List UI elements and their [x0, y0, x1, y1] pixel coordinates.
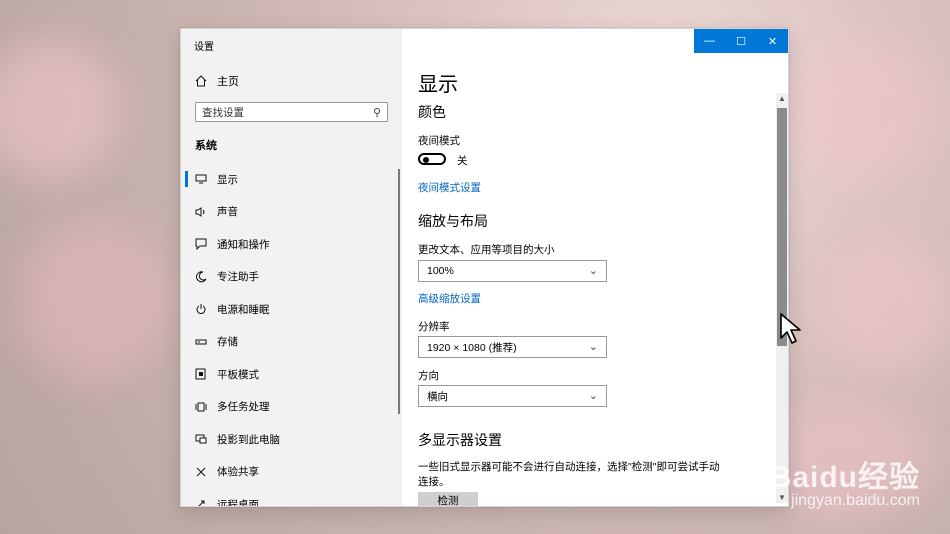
monitor-icon: [195, 173, 207, 185]
sidebar-item-tablet[interactable]: 平板模式: [181, 358, 402, 391]
detect-button[interactable]: 检测: [418, 492, 478, 506]
sidebar-item-label: 体验共享: [217, 466, 259, 479]
resolution-label: 分辨率: [418, 321, 450, 333]
home-label: 主页: [217, 76, 239, 88]
baidu-watermark: Baidu经验 jingyan.baidu.com: [770, 452, 920, 510]
multitask-icon: [195, 401, 207, 413]
sidebar-item-label: 通知和操作: [217, 238, 270, 251]
color-heading: 颜色: [418, 104, 446, 120]
sidebar-item-project[interactable]: 投影到此电脑: [181, 423, 402, 456]
storage-icon: [195, 336, 207, 348]
sidebar-item-sound[interactable]: 声音: [181, 196, 402, 229]
scale-value: 100%: [427, 265, 454, 277]
orientation-value: 横向: [427, 390, 448, 403]
project-icon: [195, 433, 207, 445]
mouse-pointer-icon: [779, 312, 805, 351]
toggle-knob: [423, 157, 429, 163]
titlebar-controls: — ☐ ✕: [694, 29, 788, 53]
speaker-icon: [195, 206, 207, 218]
advanced-scale-link[interactable]: 高级缩放设置: [418, 291, 481, 306]
maximize-icon: ☐: [736, 35, 746, 48]
sidebar-item-multitasking[interactable]: 多任务处理: [181, 391, 402, 424]
moon-icon: [195, 271, 207, 283]
message-icon: [195, 238, 207, 251]
close-icon: ✕: [767, 35, 778, 48]
power-icon: [195, 303, 207, 315]
night-mode-state: 关: [457, 155, 468, 167]
sidebar-item-storage[interactable]: 存储: [181, 326, 402, 359]
watermark-url: jingyan.baidu.com: [791, 492, 920, 509]
main-panel: — ☐ ✕ 显示 颜色 夜间模式 关 夜间模式设置 缩放与布局 更改文本、应用等…: [402, 29, 788, 506]
night-mode-label: 夜间模式: [418, 135, 460, 147]
sidebar-item-label: 远程桌面: [217, 498, 259, 507]
scroll-up-icon[interactable]: ▲: [778, 94, 786, 103]
sidebar-item-label: 平板模式: [217, 368, 259, 381]
sidebar-item-focus-assist[interactable]: 专注助手: [181, 261, 402, 294]
scale-label: 更改文本、应用等项目的大小: [418, 244, 555, 256]
remote-icon: [195, 498, 207, 506]
home-icon: [195, 75, 207, 87]
sidebar-item-label: 专注助手: [217, 271, 259, 284]
sidebar: 设置 主页 查找设置 ⚲ 系统 显示 声音 通知和操作 专注助手 电源和睡眠 存…: [181, 29, 402, 506]
chevron-down-icon: ⌄: [588, 340, 598, 353]
main-scrollbar[interactable]: ▲ ▼: [776, 93, 788, 503]
search-icon[interactable]: ⚲: [373, 106, 381, 119]
resolution-value: 1920 × 1080 (推荐): [427, 341, 517, 354]
night-mode-toggle[interactable]: [418, 153, 446, 165]
chevron-down-icon: ⌄: [588, 264, 598, 277]
sidebar-item-remote-desktop[interactable]: 远程桌面: [181, 488, 402, 507]
sidebar-item-label: 投影到此电脑: [217, 433, 280, 446]
close-button[interactable]: ✕: [757, 29, 788, 53]
window-title: 设置: [194, 42, 214, 53]
share-icon: [195, 466, 207, 478]
multi-display-description: 一些旧式显示器可能不会进行自动连接，选择"检测"即可尝试手动连接。: [418, 461, 720, 488]
sidebar-scrollbar[interactable]: [398, 169, 400, 414]
sidebar-item-label: 声音: [217, 206, 238, 219]
minimize-button[interactable]: —: [694, 29, 725, 53]
sidebar-item-label: 电源和睡眠: [217, 303, 270, 316]
sidebar-item-power[interactable]: 电源和睡眠: [181, 293, 402, 326]
orientation-label: 方向: [418, 370, 439, 382]
page-title: 显示: [418, 74, 458, 96]
search-placeholder[interactable]: 查找设置: [202, 105, 244, 120]
orientation-dropdown[interactable]: 横向 ⌄: [418, 385, 607, 407]
chevron-down-icon: ⌄: [588, 389, 598, 402]
section-title: 系统: [195, 140, 217, 152]
sidebar-item-shared-experiences[interactable]: 体验共享: [181, 456, 402, 489]
sidebar-item-label: 显示: [217, 173, 238, 186]
watermark-brand: Baidu经验: [769, 461, 920, 494]
multi-display-heading: 多显示器设置: [418, 432, 502, 448]
sidebar-nav: 显示 声音 通知和操作 专注助手 电源和睡眠 存储 平板模式 多任务处理 投影到…: [181, 163, 402, 507]
sidebar-item-label: 存储: [217, 336, 238, 349]
scale-dropdown[interactable]: 100% ⌄: [418, 260, 607, 282]
minimize-icon: —: [704, 35, 715, 47]
search-box[interactable]: 查找设置 ⚲: [195, 102, 388, 122]
resolution-dropdown[interactable]: 1920 × 1080 (推荐) ⌄: [418, 336, 607, 358]
sidebar-item-display[interactable]: 显示: [181, 163, 402, 196]
home-link[interactable]: 主页: [195, 73, 239, 89]
scale-heading: 缩放与布局: [418, 213, 488, 229]
settings-window: 设置 主页 查找设置 ⚲ 系统 显示 声音 通知和操作 专注助手 电源和睡眠 存…: [180, 28, 789, 507]
night-mode-settings-link[interactable]: 夜间模式设置: [418, 180, 481, 195]
scroll-thumb[interactable]: [777, 108, 787, 346]
tablet-icon: [195, 368, 207, 380]
maximize-button[interactable]: ☐: [726, 29, 757, 53]
sidebar-item-notifications[interactable]: 通知和操作: [181, 228, 402, 261]
sidebar-item-label: 多任务处理: [217, 401, 270, 414]
